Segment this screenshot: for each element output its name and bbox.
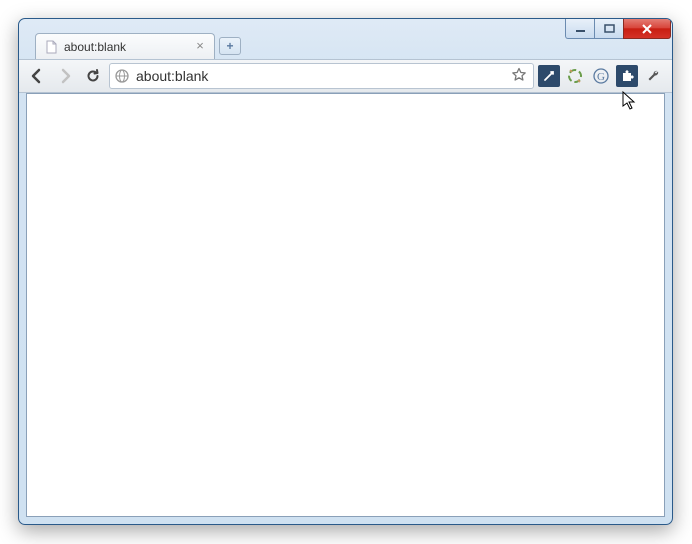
address-bar[interactable] — [109, 63, 534, 89]
new-tab-button[interactable]: + — [219, 37, 241, 55]
extension-button-2[interactable] — [564, 65, 586, 87]
page-favicon-icon — [44, 40, 58, 54]
page-content — [26, 93, 665, 517]
tab-title: about:blank — [64, 40, 188, 54]
toolbar: G — [19, 59, 672, 93]
tab-close-icon[interactable]: × — [194, 41, 206, 53]
bookmark-star-icon[interactable] — [511, 67, 529, 85]
extension-button-1[interactable] — [538, 65, 560, 87]
extension-button-3[interactable]: G — [590, 65, 612, 87]
browser-window: about:blank × + — [18, 18, 673, 525]
forward-button[interactable] — [53, 64, 77, 88]
browser-tab[interactable]: about:blank × — [35, 33, 215, 59]
wrench-menu-button[interactable] — [642, 64, 666, 88]
plus-icon: + — [226, 39, 233, 53]
svg-text:G: G — [597, 71, 605, 83]
globe-icon — [114, 68, 130, 84]
url-input[interactable] — [136, 68, 505, 84]
reload-button[interactable] — [81, 64, 105, 88]
back-button[interactable] — [25, 64, 49, 88]
tab-strip: about:blank × + — [19, 33, 672, 59]
extension-button-4[interactable] — [616, 65, 638, 87]
